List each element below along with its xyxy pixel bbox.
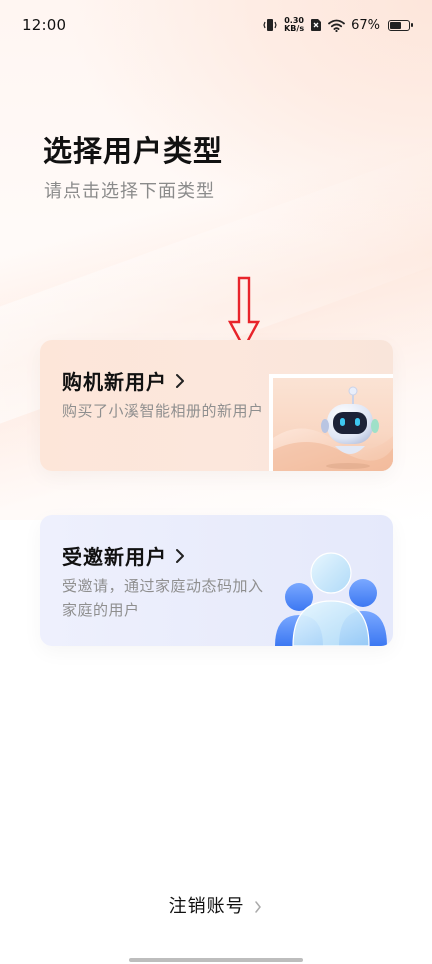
robot-illustration [269, 374, 393, 471]
select-user-type-screen: 12:00 0.30 KB/s 67% 选择用户类型 请点击选择下面类型 购机新… [0, 0, 432, 964]
home-indicator[interactable] [129, 958, 303, 962]
invited-user-card[interactable]: 受邀新用户 受邀请，通过家庭动态码加入家庭的用户 [40, 515, 393, 646]
battery-level-fill [390, 21, 401, 29]
invited-user-title: 受邀新用户 [62, 541, 187, 570]
status-bar: 12:00 0.30 KB/s 67% [0, 0, 432, 50]
wifi-icon [328, 19, 345, 32]
new-buyer-description: 购买了小溪智能相册的新用户 [62, 402, 264, 420]
chevron-right-icon [255, 901, 262, 913]
delete-account-label: 注销账号 [168, 896, 245, 917]
page-subtitle: 请点击选择下面类型 [44, 181, 215, 202]
family-group-icon [275, 552, 387, 646]
new-buyer-title-text: 购机新用户 [62, 370, 167, 394]
network-speed-unit: KB/s [284, 24, 305, 33]
new-buyer-title: 购机新用户 [62, 366, 187, 395]
status-icons: 0.30 KB/s 67% [262, 17, 413, 33]
vibrate-icon [262, 18, 278, 32]
network-speed: 0.30 KB/s [284, 17, 304, 33]
invited-user-title-text: 受邀新用户 [62, 545, 167, 569]
battery-percent: 67% [351, 17, 380, 33]
sim-off-icon [310, 18, 322, 32]
battery-icon [388, 19, 413, 31]
chevron-right-icon [176, 548, 184, 563]
page-title: 选择用户类型 [43, 134, 224, 168]
down-arrow-icon [228, 276, 260, 350]
status-time: 12:00 [22, 16, 67, 34]
delete-account-link[interactable]: 注销账号 [0, 892, 432, 918]
robot-icon [273, 386, 393, 471]
new-buyer-card[interactable]: 购机新用户 购买了小溪智能相册的新用户 [40, 340, 393, 471]
invited-user-description: 受邀请，通过家庭动态码加入家庭的用户 [62, 577, 264, 619]
chevron-right-icon [176, 373, 184, 388]
